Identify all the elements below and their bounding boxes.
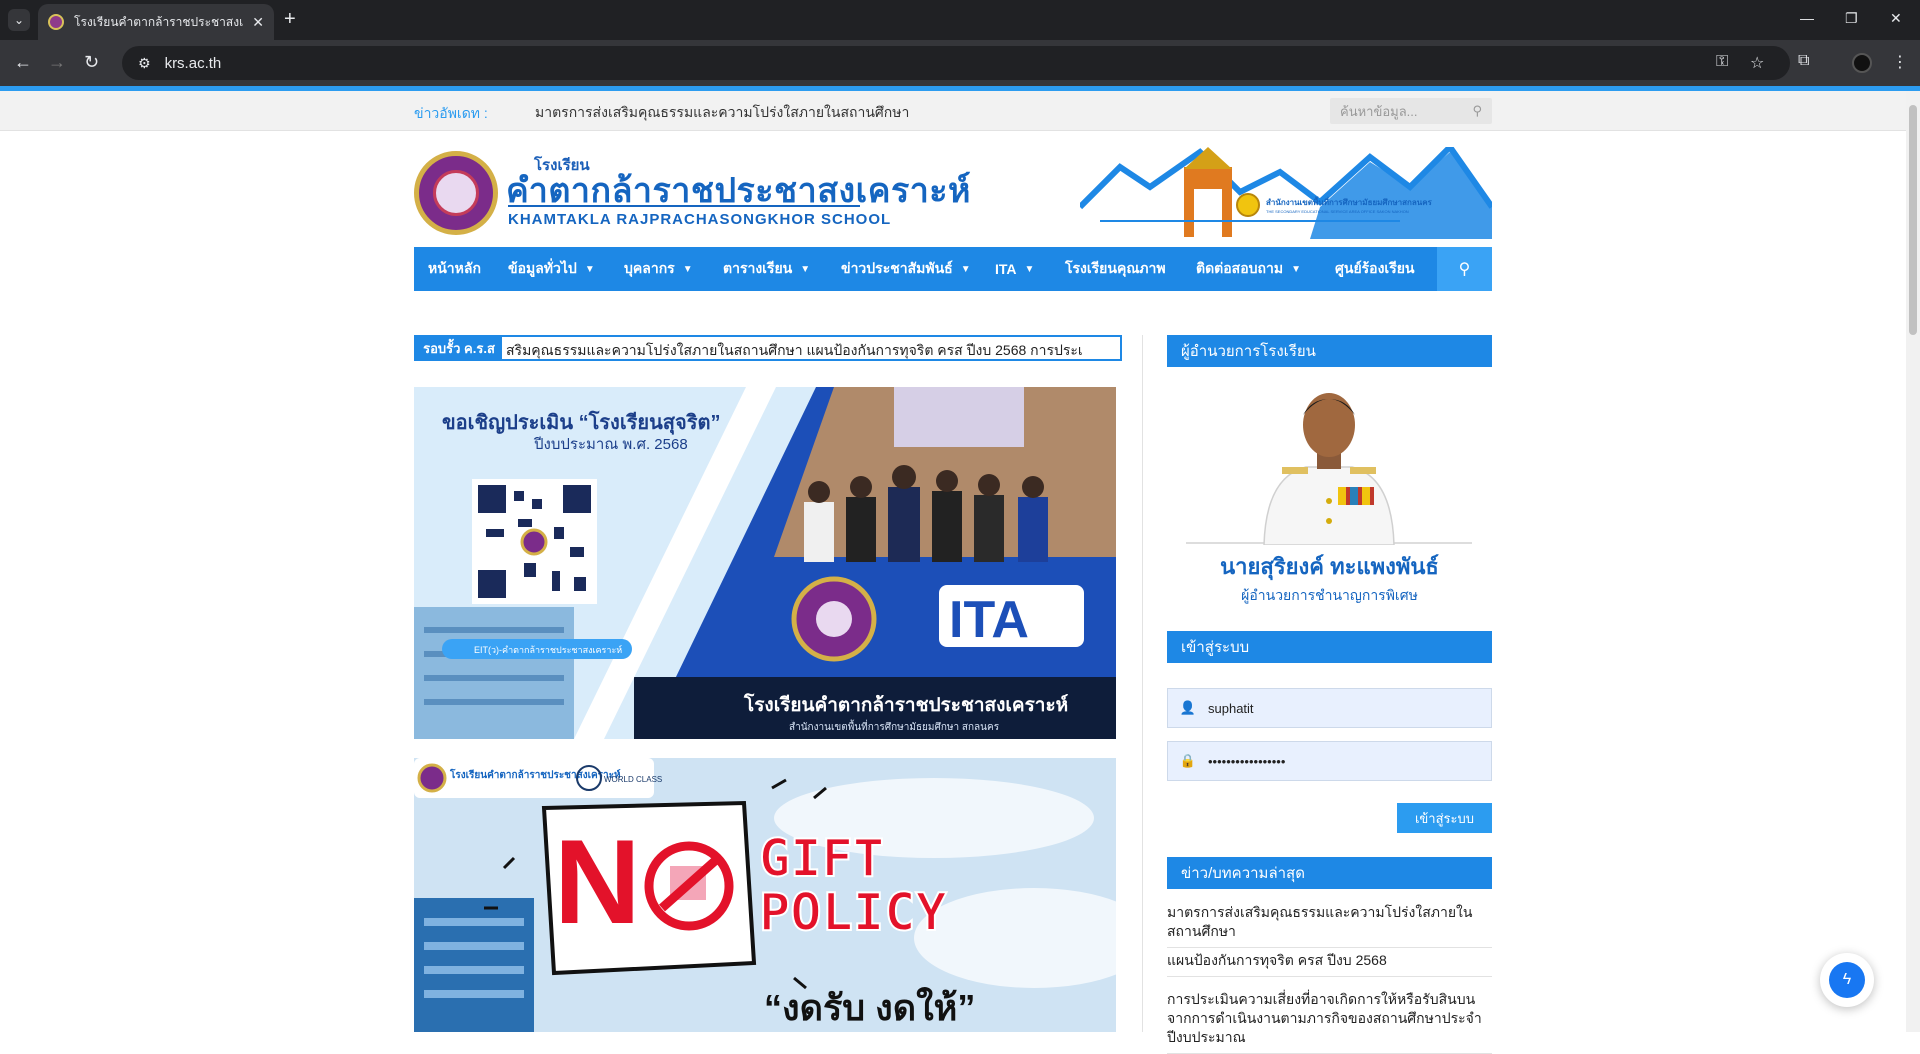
gift-text: GIFT — [759, 829, 884, 889]
school-name-thai[interactable]: คำตากล้าราชประชาสงเคราะห์ — [506, 163, 971, 217]
login-section-heading: เข้าสู่ระบบ — [1167, 631, 1492, 663]
director-section-heading: ผู้อำนวยการโรงเรียน — [1167, 335, 1492, 367]
ita-logo-text: ITA — [949, 591, 1029, 649]
no-gift-policy-banner[interactable]: โรงเรียนคำตากล้าราชประชาสงเคราะห์ WORLD … — [414, 758, 1116, 1032]
nav-search-icon[interactable]: ⚲ — [1437, 247, 1492, 291]
password-field[interactable]: 🔒 ••••••••••••••••• — [1167, 741, 1492, 781]
nav-ita[interactable]: ITA ▼ — [995, 247, 1034, 291]
news-post-link[interactable]: การประเมินความเสี่ยงที่อาจเกิดการให้หรือ… — [1167, 990, 1492, 1054]
qr-caption: EIT(ว)-คำตากล้าราชประชาสงเคราะห์ — [474, 644, 622, 655]
chevron-down-icon: ▼ — [682, 263, 693, 275]
news-post-link[interactable]: มาตรการส่งเสริมคุณธรรมและความโปร่งใสภายใ… — [1167, 903, 1492, 948]
school-emblem-logo[interactable] — [414, 151, 498, 235]
news-update-link[interactable]: มาตรการส่งเสริมคุณธรรมและความโปร่งใสภายใ… — [535, 102, 909, 124]
address-bar[interactable]: ⚙ krs.ac.th ⚿ ☆ — [122, 46, 1790, 80]
scrollbar-thumb[interactable] — [1909, 105, 1917, 335]
news-post-link[interactable]: แผนป้องกันการทุจริต ครส ปีงบ 2568 — [1167, 951, 1492, 977]
chevron-down-icon: ▼ — [960, 263, 971, 275]
messenger-chat-button[interactable]: ϟ — [1820, 953, 1874, 1007]
username-value: suphatit — [1208, 700, 1254, 716]
nav-timetable[interactable]: ตารางเรียน ▼ — [723, 247, 810, 291]
new-tab-icon[interactable]: + — [284, 8, 296, 31]
extensions-icon[interactable]: ⧉ — [1798, 52, 1809, 70]
password-key-icon[interactable]: ⚿ — [1716, 53, 1728, 71]
banner1-subheading: ปีงบประมาณ พ.ศ. 2568 — [533, 436, 688, 453]
close-tab-icon[interactable]: ✕ — [252, 14, 264, 31]
lock-icon: 🔒 — [1179, 753, 1197, 768]
world-class-text: WORLD CLASS — [604, 775, 662, 784]
column-divider — [1142, 335, 1143, 1032]
tab-search-button[interactable]: ⌄ — [8, 9, 30, 31]
username-field[interactable]: 👤 suphatit — [1167, 688, 1492, 728]
url-text: krs.ac.th — [164, 54, 222, 72]
director-name: นายสุริยงค์ ทะแพงพันธ์ — [1220, 554, 1439, 579]
back-icon[interactable]: ← — [14, 52, 32, 73]
header-divider — [508, 205, 860, 207]
director-photo — [1186, 393, 1472, 545]
reload-icon[interactable]: ↻ — [84, 52, 99, 73]
school-name-english: KHAMTAKLA RAJPRACHASONGKHOR SCHOOL — [508, 211, 892, 228]
login-button[interactable]: เข้าสู่ระบบ — [1397, 803, 1492, 833]
office-name-text: สำนักงานเขตพื้นที่การศึกษามัธยมศึกษาสกลน… — [1266, 196, 1433, 207]
svg-text:N: N — [554, 815, 641, 949]
nav-quality-school[interactable]: โรงเรียนคุณภาพ — [1065, 247, 1166, 291]
banner2-brand: โรงเรียนคำตากล้าราชประชาสงเคราะห์ — [449, 768, 621, 781]
browser-tab[interactable]: โรงเรียนคำตากล้าราชประชาสงเคราะห์ ✕ — [38, 4, 274, 40]
web-page: ข่าวอัพเดท : มาตรการส่งเสริมคุณธรรมและคว… — [0, 91, 1906, 1054]
minimize-icon[interactable]: — — [1800, 10, 1814, 26]
restore-icon[interactable]: ❐ — [1845, 10, 1858, 27]
search-placeholder: ค้นหาข้อมูล... — [1340, 103, 1418, 119]
news-update-label: ข่าวอัพเดท : — [414, 105, 488, 121]
latest-news-heading: ข่าว/บทความล่าสุด — [1167, 857, 1492, 889]
slogan-text: “งดรับ งดให้” — [764, 986, 975, 1028]
ticker-label: รอบรั้ว ค.ร.ส — [416, 337, 502, 359]
policy-text: POLICY — [759, 883, 948, 943]
ita-integrity-banner[interactable]: ITA ขอเชิญประเมิน “โรงเรียนสุจริต” ปีงบป… — [414, 387, 1116, 739]
news-ticker: รอบรั้ว ค.ร.ส สริมคุณธรรมและความโปร่งใสภ… — [414, 335, 1122, 361]
nav-staff[interactable]: บุคลากร ▼ — [624, 247, 693, 291]
site-info-icon[interactable]: ⚙ — [138, 55, 151, 72]
school-favicon-icon — [48, 14, 64, 30]
nav-news[interactable]: ข่าวประชาสัมพันธ์ ▼ — [841, 247, 971, 291]
messenger-icon: ϟ — [1829, 962, 1865, 998]
user-icon: 👤 — [1179, 700, 1197, 715]
chevron-down-icon: ▼ — [1024, 263, 1035, 275]
ticker-text[interactable]: สริมคุณธรรมและความโปร่งใสภายในสถานศึกษา … — [506, 340, 1083, 359]
close-window-icon[interactable]: ✕ — [1890, 10, 1902, 27]
nav-complaint-center[interactable]: ศูนย์ร้องเรียน — [1335, 247, 1415, 291]
chevron-down-icon: ▼ — [800, 263, 811, 275]
chevron-down-icon: ▼ — [1291, 263, 1301, 275]
chevron-down-icon: ▼ — [584, 263, 595, 275]
nav-home[interactable]: หน้าหลัก — [428, 247, 481, 291]
password-value: ••••••••••••••••• — [1208, 753, 1286, 769]
nav-contact[interactable]: ติดต่อสอบถาม ▼ — [1196, 247, 1301, 291]
education-office-banner: สำนักงานเขตพื้นที่การศึกษามัธยมศึกษาสกลน… — [1080, 147, 1492, 239]
page-scrollbar[interactable] — [1906, 91, 1920, 1032]
tab-title: โรงเรียนคำตากล้าราชประชาสงเคราะห์ — [74, 14, 244, 29]
search-icon[interactable]: ⚲ — [1472, 103, 1482, 119]
news-update-bar: ข่าวอัพเดท : มาตรการส่งเสริมคุณธรรมและคว… — [0, 91, 1906, 131]
director-title: ผู้อำนวยการชำนาญการพิเศษ — [1241, 587, 1418, 603]
menu-kebab-icon[interactable]: ⋮ — [1892, 52, 1908, 72]
nav-general-info[interactable]: ข้อมูลทั่วไป ▼ — [508, 247, 595, 291]
browser-tab-bar: ⌄ โรงเรียนคำตากล้าราชประชาสงเคราะห์ ✕ + … — [0, 0, 1920, 40]
bookmark-star-icon[interactable]: ☆ — [1750, 53, 1764, 73]
banner1-school-name: โรงเรียนคำตากล้าราชประชาสงเคราะห์ — [743, 693, 1068, 716]
site-header: โรงเรียน คำตากล้าราชประชาสงเคราะห์ KHAMT… — [414, 147, 1492, 239]
banner1-heading: ขอเชิญประเมิน “โรงเรียนสุจริต” — [442, 410, 720, 435]
browser-toolbar: ← → ↻ ⚙ krs.ac.th ⚿ ☆ ⧉ ⋮ — [0, 40, 1920, 86]
banner1-office-name: สำนักงานเขตพื้นที่การศึกษามัธยมศึกษา สกล… — [789, 719, 1000, 733]
office-name-english-text: THE SECONDARY EDUCATIONAL SERVICE AREA O… — [1266, 209, 1409, 214]
profile-avatar[interactable] — [1852, 53, 1872, 73]
main-navigation: หน้าหลัก ข้อมูลทั่วไป ▼ บุคลากร ▼ ตารางเรี… — [414, 247, 1492, 291]
site-search-input[interactable]: ค้นหาข้อมูล... ⚲ — [1330, 98, 1492, 124]
forward-icon[interactable]: → — [48, 52, 66, 73]
